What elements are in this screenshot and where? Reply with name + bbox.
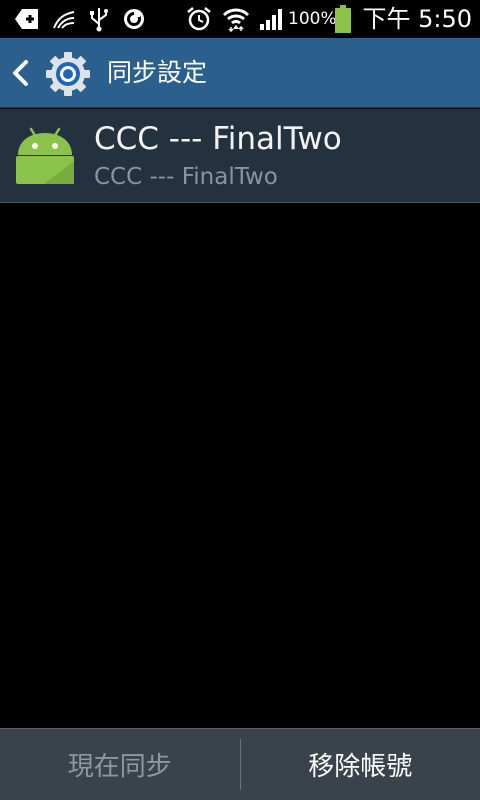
- status-bar: 100% 下午 5:50: [0, 0, 480, 38]
- bird-icon: [50, 4, 78, 34]
- page-title: 同步設定: [107, 58, 208, 87]
- screen: 100% 下午 5:50 同步設定 CCC --- FinalTwo CCC -…: [0, 0, 480, 800]
- battery-icon: [333, 4, 353, 34]
- sync-circle-icon: [120, 4, 148, 34]
- action-bar: 同步設定: [0, 38, 480, 108]
- bottom-action-bar: 現在同步 移除帳號: [0, 728, 480, 800]
- clock: 下午 5:50: [362, 5, 472, 33]
- battery-percent: 100%: [288, 9, 337, 29]
- signal-icon: [256, 4, 286, 34]
- settings-gear-icon[interactable]: [44, 50, 92, 98]
- account-list-item[interactable]: CCC --- FinalTwo CCC --- FinalTwo: [0, 109, 480, 203]
- android-icon: [14, 125, 76, 187]
- usb-icon: [86, 4, 112, 34]
- add-icon: [12, 4, 42, 34]
- sync-now-button[interactable]: 現在同步: [0, 729, 240, 800]
- alarm-icon: [184, 4, 214, 34]
- wifi-icon: [220, 4, 252, 34]
- chevron-left-icon[interactable]: [10, 59, 32, 87]
- remove-account-button[interactable]: 移除帳號: [241, 729, 480, 800]
- account-name: CCC --- FinalTwo: [94, 121, 342, 157]
- account-type: CCC --- FinalTwo: [94, 164, 278, 190]
